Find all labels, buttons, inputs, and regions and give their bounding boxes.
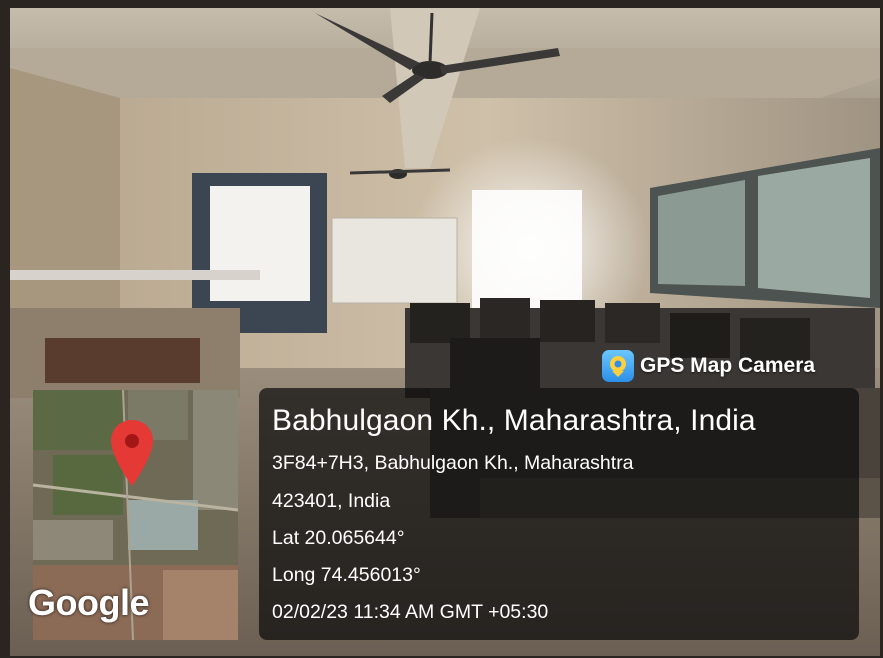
longitude: Long 74.456013° <box>272 564 421 586</box>
app-badge: GPS Map Camera <box>602 348 815 384</box>
address-line-1: 3F84+7H3, Babhulgaon Kh., Maharashtra <box>272 452 634 474</box>
google-logo: Google <box>28 582 150 623</box>
latitude: Lat 20.065644° <box>272 527 405 549</box>
timestamp: 02/02/23 11:34 AM GMT +05:30 <box>272 601 549 623</box>
place-name: Babhulgaon Kh., Maharashtra, India <box>272 404 756 437</box>
app-name: GPS Map Camera <box>640 354 816 377</box>
gps-map-camera-icon <box>602 350 634 382</box>
location-pin-icon <box>111 420 153 486</box>
address-line-2: 423401, India <box>272 490 391 512</box>
location-info-panel: Babhulgaon Kh., Maharashtra, India 3F84+… <box>259 388 859 640</box>
